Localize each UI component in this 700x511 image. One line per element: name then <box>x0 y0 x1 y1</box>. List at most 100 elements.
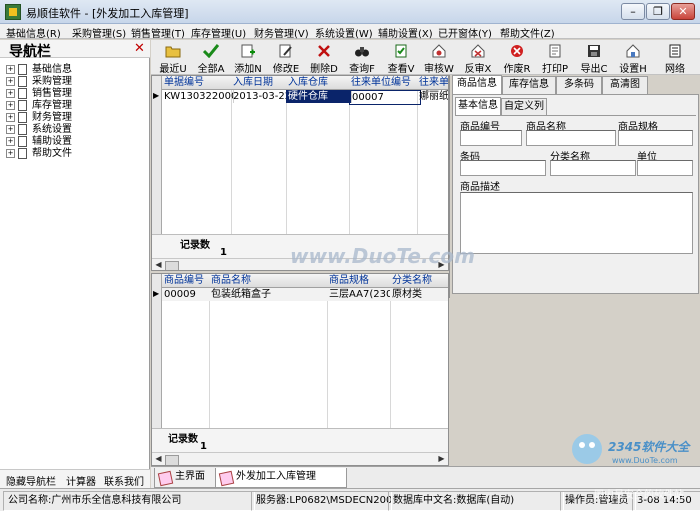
barcode-field[interactable] <box>460 160 546 176</box>
grid-cell[interactable]: 娜丽纸 <box>417 90 448 103</box>
column-header[interactable]: 入库日期 <box>231 76 289 90</box>
approve-icon <box>432 44 446 58</box>
grid-cell[interactable]: 三层AA7(230X1 <box>327 288 393 301</box>
menu-purchase[interactable]: 采购管理(S) <box>72 25 126 40</box>
column-header[interactable]: 单据编号 <box>162 76 234 90</box>
product-spec-field[interactable] <box>618 130 693 146</box>
description-field[interactable] <box>460 192 693 254</box>
tree-item-inventory[interactable]: + 库存管理 <box>6 96 72 111</box>
tree-item-basic-info[interactable]: + 基础信息 <box>6 60 72 75</box>
void-icon <box>511 45 523 57</box>
contact-us-link[interactable]: 联系我们 <box>104 473 144 488</box>
calculator-link[interactable]: 计算器 <box>66 473 96 488</box>
delete-button[interactable]: 删除D <box>304 42 344 75</box>
add-button[interactable]: 添加N <box>228 42 268 75</box>
detail-footer: 记录数 1 <box>152 428 448 453</box>
grid-cell[interactable]: 00009 <box>162 288 212 301</box>
tree-item-system[interactable]: + 系统设置 <box>6 120 72 135</box>
minimize-button[interactable]: – <box>621 3 645 20</box>
watermark-slogan: 国内最安全的软件站 <box>594 490 684 501</box>
tab-multi-barcode[interactable]: 多条码 <box>556 76 602 94</box>
product-name-field[interactable] <box>526 130 616 146</box>
tab-hd-image[interactable]: 高清图 <box>602 76 648 94</box>
tree-item-sales[interactable]: + 销售管理 <box>6 84 72 99</box>
network-button[interactable]: 网络 <box>655 42 695 75</box>
checkmark-icon <box>203 44 219 58</box>
column-header[interactable]: 商品编号 <box>162 274 212 288</box>
watermark-text: www.DuoTe.com <box>290 244 475 268</box>
grid-cell[interactable]: KW1303220001 <box>162 90 234 103</box>
tree-item-purchase[interactable]: + 采购管理 <box>6 72 72 87</box>
expand-icon[interactable]: + <box>6 148 15 158</box>
query-button[interactable]: 查询F <box>342 42 382 75</box>
menu-auxiliary[interactable]: 辅助设置(X) <box>378 25 433 40</box>
grid-cell[interactable]: 包装纸箱盒子 <box>209 288 330 301</box>
watermark-logo: 2345软件大全 www.DuoTe.com <box>568 428 696 486</box>
print-icon <box>549 44 561 58</box>
column-header[interactable]: 往来单位编号 <box>349 76 420 90</box>
tab-content: 基本信息 自定义列 商品编号 商品名称 商品规格 条码 分类名称 单位 商品描述 <box>452 94 699 294</box>
menu-finance[interactable]: 财务管理(V) <box>254 25 309 40</box>
export-button[interactable]: 导出C <box>574 42 614 75</box>
logo-icon <box>572 434 602 464</box>
column-header[interactable]: 商品规格 <box>327 274 393 288</box>
grid-cell[interactable]: 2013-03-22 <box>231 90 289 103</box>
settings-button[interactable]: 设置H <box>613 42 653 75</box>
delete-icon <box>318 45 330 57</box>
nav-header: 导航栏 ✕ <box>0 40 150 60</box>
tab-stock-info[interactable]: 库存信息 <box>502 76 556 94</box>
document-icon <box>18 147 27 159</box>
scroll-right-icon[interactable]: ▶ <box>436 454 447 464</box>
record-count-value: 1 <box>220 247 227 258</box>
all-button[interactable]: 全部A <box>191 42 231 75</box>
master-grid: 单据编号 入库日期 入库仓库 往来单位编号 往来单 ▶ KW1303220001… <box>151 75 449 271</box>
category-field[interactable] <box>550 160 636 176</box>
nav-close-icon[interactable]: ✕ <box>134 41 145 56</box>
restore-button[interactable]: ❐ <box>646 3 670 20</box>
unapprove-button[interactable]: 反审X <box>458 42 498 75</box>
menu-basic-info[interactable]: 基础信息(R) <box>6 25 61 40</box>
row-indicator-column <box>152 76 162 236</box>
column-header[interactable]: 分类名称 <box>390 274 448 288</box>
tree-item-help[interactable]: + 帮助文件 <box>6 144 72 159</box>
grid-cell-selected[interactable]: 硬件仓库 <box>286 90 352 103</box>
unit-field[interactable] <box>637 160 693 176</box>
recent-button[interactable]: 最近U <box>153 42 193 75</box>
column-header[interactable]: 往来单 <box>417 76 448 90</box>
column-header[interactable]: 入库仓库 <box>286 76 352 90</box>
window-title: 易顺佳软件 - [外发加工入库管理] <box>26 7 189 20</box>
binoculars-icon <box>355 47 369 57</box>
scroll-thumb[interactable] <box>165 455 179 465</box>
scroll-left-icon[interactable]: ◀ <box>153 260 164 270</box>
tree-item-finance[interactable]: + 财务管理 <box>6 108 72 123</box>
menu-open-windows[interactable]: 已开窗体(Y) <box>438 25 492 40</box>
edit-button[interactable]: 修改E <box>266 42 306 75</box>
hide-nav-link[interactable]: 隐藏导航栏 <box>6 473 56 488</box>
toolbar: 最近U 全部A 添加N 修改E 删除D 查询F 查看V 审核W 反审X 作废R … <box>151 40 700 75</box>
menu-inventory[interactable]: 库存管理(U) <box>191 25 246 40</box>
tab-product-info[interactable]: 商品信息 <box>452 75 502 95</box>
menu-help[interactable]: 帮助文件(Z) <box>500 25 555 40</box>
view-button[interactable]: 查看V <box>381 42 421 75</box>
grid-cell[interactable]: 00007 <box>349 90 421 105</box>
approve-button[interactable]: 审核W <box>419 42 459 75</box>
void-button[interactable]: 作废R <box>497 42 537 75</box>
subtab-custom-columns[interactable]: 自定义列 <box>501 98 547 116</box>
product-code-field[interactable] <box>460 130 522 146</box>
column-header[interactable]: 商品名称 <box>209 274 330 288</box>
product-info-panel: 商品信息 库存信息 多条码 高清图 基本信息 自定义列 商品编号 商品名称 商品… <box>449 75 700 298</box>
status-company: 公司名称:广州市乐全信息科技有限公司 <box>3 491 255 511</box>
scroll-left-icon[interactable]: ◀ <box>153 454 164 464</box>
tab-outsource-inbound[interactable]: 外发加工入库管理 <box>215 468 347 488</box>
scroll-thumb[interactable] <box>165 261 179 270</box>
add-document-icon <box>241 44 255 58</box>
menu-bar: 基础信息(R) 采购管理(S) 销售管理(T) 库存管理(U) 财务管理(V) … <box>0 24 700 40</box>
detail-hscrollbar[interactable]: ◀ ▶ <box>152 452 448 465</box>
menu-system[interactable]: 系统设置(W) <box>315 25 373 40</box>
grid-cell[interactable]: 原材类 <box>390 288 448 301</box>
menu-sales[interactable]: 销售管理(T) <box>131 25 185 40</box>
tree-item-auxiliary[interactable]: + 辅助设置 <box>6 132 72 147</box>
print-button[interactable]: 打印P <box>535 42 575 75</box>
subtab-basic-info[interactable]: 基本信息 <box>455 97 501 117</box>
close-button[interactable]: ✕ <box>671 3 695 20</box>
